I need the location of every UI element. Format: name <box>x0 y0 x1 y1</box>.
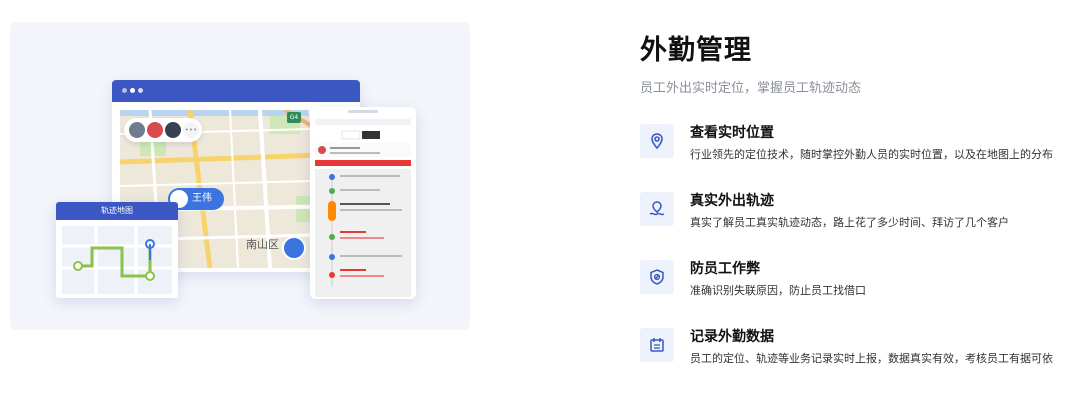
track-map-card: 轨迹地图 <box>56 202 178 298</box>
avatar <box>147 122 163 138</box>
feature-title: 真实外出轨迹 <box>690 193 774 209</box>
location-pin-icon <box>640 124 674 158</box>
route-icon <box>640 192 674 226</box>
page-subtitle: 员工外出实时定位，掌握员工轨迹动态 <box>640 81 862 96</box>
window-dot <box>138 88 143 93</box>
feature-description: 行业领先的定位技术，随时掌控外勤人员的实时位置，以及在地图上的分布 <box>690 148 1053 161</box>
avatar <box>129 122 145 138</box>
district-label: 南山区 <box>246 238 279 251</box>
feature-title: 记录外勤数据 <box>690 329 774 345</box>
feature-description: 准确识别失联原因，防止员工找借口 <box>690 284 866 297</box>
feature-item-realtime-location: 查看实时位置 行业领先的定位技术，随时掌控外勤人员的实时位置，以及在地图上的分布 <box>640 122 1080 172</box>
calendar-icon <box>640 328 674 362</box>
employee-name: 王伟 <box>192 193 212 204</box>
feature-item-outing-track: 真实外出轨迹 真实了解员工真实轨迹动态，路上花了多少时间、拜访了几个客户 <box>640 190 1080 240</box>
feature-item-field-data: 记录外勤数据 员工的定位、轨迹等业务记录实时上报，数据真实有效，考核员工有据可依 <box>640 326 1080 376</box>
map-marker-icon <box>282 236 306 260</box>
avatar <box>165 122 181 138</box>
feature-description: 员工的定位、轨迹等业务记录实时上报，数据真实有效，考核员工有据可依 <box>690 352 1053 365</box>
team-avatars: ••• <box>124 118 202 142</box>
feature-title: 防员工作弊 <box>690 261 760 277</box>
phone-mock <box>310 107 416 299</box>
window-dot <box>122 88 127 93</box>
browser-title-bar <box>112 80 360 102</box>
shield-icon <box>640 260 674 294</box>
feature-title: 查看实时位置 <box>690 125 774 141</box>
window-dot <box>130 88 135 93</box>
page-title: 外勤管理 <box>640 35 752 66</box>
more-avatars-icon: ••• <box>183 122 199 138</box>
feature-description: 真实了解员工真实轨迹动态，路上花了多少时间、拜访了几个客户 <box>690 216 1009 229</box>
route-diagram <box>56 220 178 298</box>
feature-item-anti-cheat: 防员工作弊 准确识别失联原因，防止员工找借口 <box>640 258 1080 308</box>
track-card-title: 轨迹地图 <box>56 202 178 220</box>
highway-tag: G4 <box>287 112 301 123</box>
